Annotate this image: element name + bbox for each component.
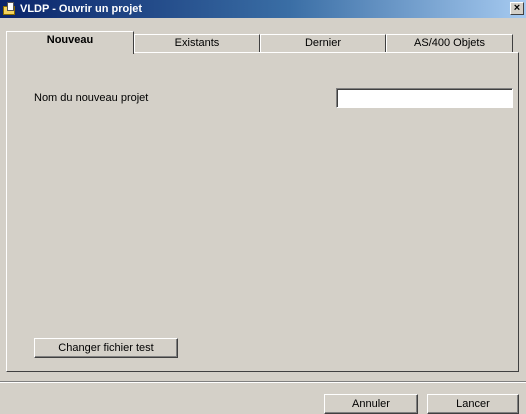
change-test-file-button[interactable]: Changer fichier test <box>34 338 178 358</box>
tab-existants[interactable]: Existants <box>134 34 260 53</box>
close-icon[interactable]: × <box>510 2 524 15</box>
project-name-label: Nom du nouveau projet <box>34 92 149 104</box>
tab-nouveau[interactable]: Nouveau <box>6 31 134 54</box>
window-title: VLDP - Ouvrir un projet <box>20 3 143 15</box>
footer-separator <box>0 381 526 383</box>
cancel-button[interactable]: Annuler <box>324 394 418 414</box>
tab-as400-objets[interactable]: AS/400 Objets <box>386 34 513 53</box>
tab-strip: Nouveau Existants Dernier AS/400 Objets <box>6 31 518 54</box>
tab-dernier[interactable]: Dernier <box>260 34 386 53</box>
title-bar: VLDP - Ouvrir un projet × <box>0 0 526 18</box>
project-name-input[interactable] <box>336 88 513 108</box>
folder-document-icon <box>2 2 16 16</box>
launch-button[interactable]: Lancer <box>427 394 519 414</box>
